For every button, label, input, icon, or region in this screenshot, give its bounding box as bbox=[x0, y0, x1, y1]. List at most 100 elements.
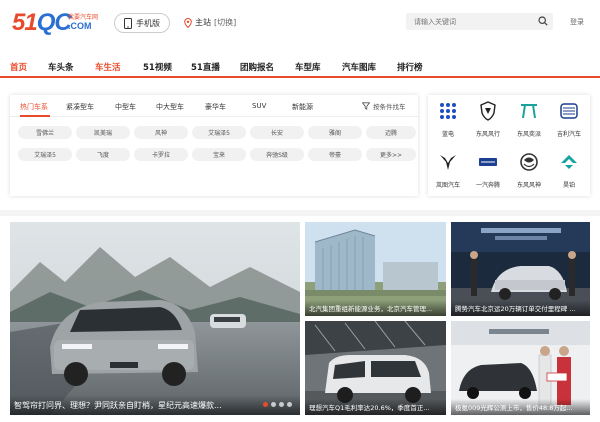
phone-icon bbox=[124, 17, 132, 29]
news-caption: 极氪009光辉公测上市，售价48.8万起... bbox=[455, 404, 573, 412]
brand-name: 吉利汽车 bbox=[556, 131, 581, 138]
news-caption: 腾势汽车北京运20万辆订单交付里程碑 ... bbox=[455, 305, 576, 313]
model-chip[interactable]: 凯美瑞 bbox=[76, 126, 130, 139]
station-label: 主站 bbox=[195, 18, 211, 27]
news-caption-overlay: 极氪009光辉公测上市，售价48.8万起... bbox=[451, 399, 590, 415]
model-chip[interactable]: 雅阁 bbox=[308, 126, 362, 139]
brand-name: 东风奕派 bbox=[516, 131, 541, 138]
filter-icon bbox=[362, 102, 370, 110]
brand-name: 东风风行 bbox=[475, 131, 500, 138]
main-nav: 首页 车头条 车生活 51视频 51直播 团购报名 车型库 汽车图库 排行榜 bbox=[0, 54, 600, 78]
brand-faw-bestune[interactable]: 一汽奔腾 bbox=[468, 146, 508, 196]
hero-news-image[interactable]: 智驾帘打问界、理想？尹同跃亲自盯梢，星纪元高速爆款... bbox=[10, 222, 300, 415]
news-caption: 北汽集团重组新能源业务，北京汽车管理... bbox=[309, 305, 433, 313]
brand-name: 蓝电 bbox=[441, 131, 454, 138]
tab-hot-series[interactable]: 热门车系 bbox=[20, 102, 48, 112]
model-chip[interactable]: 艾瑞泽5 bbox=[192, 126, 246, 139]
filter-label: 按条件找车 bbox=[373, 103, 406, 111]
brand-hyper[interactable]: 昊铂 bbox=[549, 146, 589, 196]
filter-by-condition-link[interactable]: 按条件找车 bbox=[362, 101, 406, 111]
more-models-link[interactable]: 更多>> bbox=[366, 148, 416, 161]
news-thumb-2[interactable]: 腾势汽车北京运20万辆订单交付里程碑 ... bbox=[451, 222, 590, 316]
aeolus-logo-icon bbox=[520, 153, 538, 171]
location-pin-icon bbox=[184, 17, 192, 28]
nav-item-video[interactable]: 51视频 bbox=[143, 61, 172, 73]
active-tab-indicator bbox=[20, 115, 50, 117]
model-chip[interactable]: 帝豪 bbox=[308, 148, 362, 161]
nav-item-home[interactable]: 首页 bbox=[10, 61, 27, 73]
search-box bbox=[406, 13, 553, 30]
tab-suv[interactable]: SUV bbox=[252, 102, 266, 110]
news-caption-overlay: 理想汽车Q1毛利率达20.6%，季度首正... bbox=[305, 399, 446, 415]
brand-voyah[interactable]: 岚图汽车 bbox=[428, 146, 468, 196]
tab-new-energy[interactable]: 新能源 bbox=[292, 102, 313, 112]
model-chip[interactable]: 雪佛兰 bbox=[18, 126, 72, 139]
brand-dongfeng-aeolus[interactable]: 东风风神 bbox=[509, 146, 549, 196]
section-divider bbox=[0, 210, 600, 216]
tab-midsize[interactable]: 中型车 bbox=[115, 102, 136, 112]
bestune-logo-icon bbox=[479, 158, 497, 166]
logo-suffix: .COM bbox=[68, 21, 92, 31]
model-chip[interactable]: 卡罗拉 bbox=[134, 148, 188, 161]
tab-large-midsize[interactable]: 中大型车 bbox=[156, 102, 184, 112]
nav-item-live[interactable]: 51直播 bbox=[191, 61, 220, 73]
station-switch-link[interactable]: [切换] bbox=[214, 17, 236, 28]
brand-grid: 蓝电 东风风行 东风奕派 吉利汽车 岚图汽车 一汽奔腾 东风风神 昊铂 bbox=[428, 95, 590, 196]
brand-geely[interactable]: 吉利汽车 bbox=[549, 95, 589, 145]
brand-lanian[interactable]: 蓝电 bbox=[428, 95, 468, 145]
hyper-logo-icon bbox=[561, 155, 577, 169]
carousel-dot[interactable] bbox=[263, 402, 268, 407]
login-link[interactable]: 登录 bbox=[570, 17, 584, 27]
nav-item-car-life[interactable]: 车生活 bbox=[95, 61, 121, 73]
mobile-version-label: 手机版 bbox=[136, 18, 160, 28]
hero-caption-overlay: 智驾帘打问界、理想？尹同跃亲自盯梢，星纪元高速爆款... bbox=[10, 395, 300, 415]
brand-name: 一汽奔腾 bbox=[475, 182, 500, 189]
carousel-dot[interactable] bbox=[279, 402, 284, 407]
voyah-logo-icon bbox=[440, 155, 456, 170]
site-logo[interactable]: 51QC 我要汽车网 .COM bbox=[12, 10, 100, 36]
car-category-tabs: 热门车系 紧凑型车 中型车 中大型车 豪华车 SUV 新能源 按条件找车 bbox=[10, 95, 418, 117]
search-input[interactable] bbox=[414, 16, 534, 27]
logo-text: 51QC bbox=[12, 9, 72, 36]
model-chip[interactable]: 迈腾 bbox=[366, 126, 416, 139]
news-caption: 理想汽车Q1毛利率达20.6%，季度首正... bbox=[309, 404, 430, 412]
nav-item-group-buy[interactable]: 团购报名 bbox=[240, 61, 274, 73]
nav-item-gallery[interactable]: 汽车图库 bbox=[342, 61, 376, 73]
tab-luxury[interactable]: 豪华车 bbox=[205, 102, 226, 112]
geely-logo-icon bbox=[560, 103, 578, 119]
brand-name: 岚图汽车 bbox=[435, 182, 460, 189]
model-chip[interactable]: 奔驰S级 bbox=[250, 148, 304, 161]
hero-caption[interactable]: 智驾帘打问界、理想？尹同跃亲自盯梢，星纪元高速爆款... bbox=[14, 400, 222, 411]
brand-dongfeng-yipai[interactable]: 东风奕派 bbox=[509, 95, 549, 145]
carousel-dot[interactable] bbox=[287, 402, 292, 407]
brand-dongfeng-fengxing[interactable]: 东风风行 bbox=[468, 95, 508, 145]
brand-name: 昊铂 bbox=[562, 182, 575, 189]
brand-name: 东风风神 bbox=[516, 182, 541, 189]
model-chip[interactable]: 飞度 bbox=[76, 148, 130, 161]
logo-tagline: 我要汽车网 bbox=[68, 14, 99, 21]
hero-photo bbox=[10, 222, 300, 415]
model-chip[interactable]: 宝来 bbox=[192, 148, 246, 161]
epi-logo-icon bbox=[521, 104, 537, 119]
carousel-dot[interactable] bbox=[271, 402, 276, 407]
nav-item-rankings[interactable]: 排行榜 bbox=[397, 61, 423, 73]
news-thumb-4[interactable]: 极氪009光辉公测上市，售价48.8万起... bbox=[451, 321, 590, 415]
nav-item-headlines[interactable]: 车头条 bbox=[48, 61, 74, 73]
mobile-version-button[interactable]: 手机版 bbox=[114, 13, 170, 33]
tab-compact[interactable]: 紧凑型车 bbox=[66, 102, 94, 112]
carousel-dots bbox=[263, 402, 292, 407]
nav-item-model-library[interactable]: 车型库 bbox=[295, 61, 321, 73]
top-header: 51QC 我要汽车网 .COM 手机版 主站 [切换] 登录 bbox=[0, 0, 600, 46]
model-chip[interactable]: 艾瑞泽5 bbox=[18, 148, 72, 161]
model-chip[interactable]: 风神 bbox=[134, 126, 188, 139]
search-icon[interactable] bbox=[538, 16, 548, 26]
dots-logo-icon bbox=[440, 103, 456, 119]
shield-logo-icon bbox=[480, 101, 496, 121]
news-caption-overlay: 北汽集团重组新能源业务，北京汽车管理... bbox=[305, 300, 446, 316]
news-thumb-1[interactable]: 北汽集团重组新能源业务，北京汽车管理... bbox=[305, 222, 446, 316]
car-finder-panel: 热门车系 紧凑型车 中型车 中大型车 豪华车 SUV 新能源 按条件找车 雪佛兰… bbox=[10, 95, 418, 196]
model-chip[interactable]: 长安 bbox=[250, 126, 304, 139]
station-switcher[interactable]: 主站 [切换] bbox=[184, 17, 236, 28]
news-thumb-3[interactable]: 理想汽车Q1毛利率达20.6%，季度首正... bbox=[305, 321, 446, 415]
news-caption-overlay: 腾势汽车北京运20万辆订单交付里程碑 ... bbox=[451, 300, 590, 316]
